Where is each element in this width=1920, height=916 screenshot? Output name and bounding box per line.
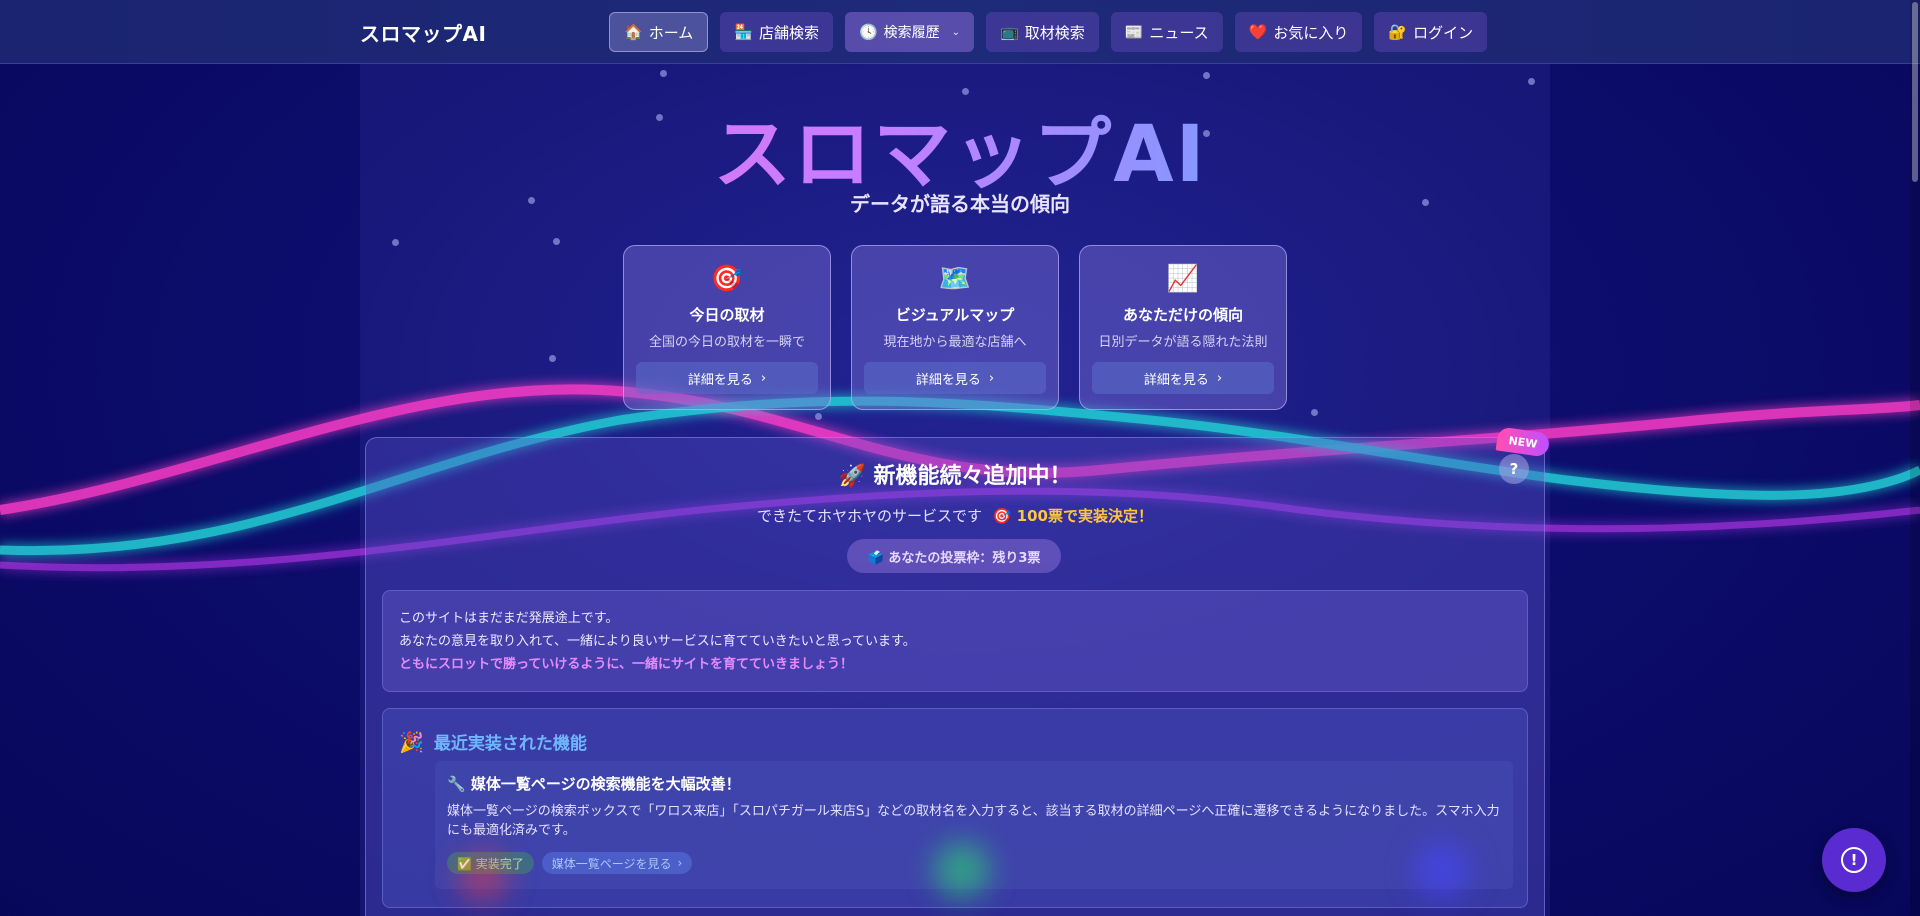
nav-login[interactable]: 🔐 ログイン — [1374, 12, 1488, 52]
tv-icon: 📺 — [1000, 23, 1019, 41]
card-todays-coverage[interactable]: 🎯 今日の取材 全国の今日の取材を一瞬で 詳細を見る › — [623, 245, 831, 410]
nav-store-search-label: 店舗検索 — [758, 23, 819, 42]
chevron-right-icon: › — [1216, 370, 1223, 386]
heart-icon: ❤️ — [1248, 23, 1268, 41]
chevron-right-icon: › — [760, 370, 767, 386]
house-icon: 🏠 — [624, 23, 643, 41]
recent-features-title: 最近実装された機能 — [433, 734, 587, 754]
card-title: あなただけの傾向 — [1122, 306, 1243, 324]
card-visual-map[interactable]: 🗺️ ビジュアルマップ 現在地から最適な店舗へ 詳細を見る › — [851, 245, 1059, 410]
card-details-label: 詳細を見る — [687, 372, 753, 388]
hero-subtitle: データが語る本当の傾向 — [850, 192, 1070, 216]
star-dot — [1203, 72, 1210, 79]
target-icon: 🎯 — [710, 264, 744, 294]
card-details-label: 詳細を見る — [915, 372, 981, 388]
announcement-subtitle: できたてホヤホヤのサービスです 🎯 100票で実装決定！ — [366, 505, 1544, 526]
announcement-subtitle-text: できたてホヤホヤのサービスです — [756, 507, 982, 525]
card-details-button[interactable]: 詳細を見る › — [636, 362, 818, 394]
chart-increasing-icon: 📈 — [1166, 264, 1200, 294]
card-details-button[interactable]: 詳細を見る › — [864, 362, 1046, 394]
brand-logo[interactable]: スロマップAI — [360, 18, 486, 47]
nav-coverage-search[interactable]: 📺 取材検索 — [986, 12, 1099, 52]
scrollbar-thumb[interactable] — [1912, 2, 1918, 182]
card-details-button[interactable]: 詳細を見る › — [1092, 362, 1274, 394]
star-dot — [1311, 409, 1318, 416]
announcement-title: 🚀 新機能続々追加中！ — [838, 464, 1072, 489]
chevron-right-icon: › — [677, 856, 683, 870]
recent-features-heading: 🎉 最近実装された機能 — [399, 729, 587, 755]
card-desc: 現在地から最適な店舗へ — [883, 335, 1027, 350]
store-icon: 🏪 — [734, 23, 753, 41]
chevron-right-icon: › — [988, 370, 995, 386]
feature-title: 🔧 媒体一覧ページの検索機能を大幅改善！ — [447, 775, 741, 793]
top-navbar: スロマップAI 🏠 ホーム 🏪 店舗検索 🕓 検索履歴 ⌄ 📺 取材検索 📰 ニ… — [0, 0, 1920, 64]
media-list-link[interactable]: 媒体一覧ページを見る › — [541, 852, 693, 874]
nav-search-history-label: 検索履歴 — [883, 25, 940, 41]
exclamation-icon: ! — [1841, 847, 1867, 873]
intro-highlight: ともにスロットで勝っていけるように、一緒にサイトを育てていきましょう！ — [399, 657, 853, 672]
feedback-fab-button[interactable]: ! — [1822, 828, 1886, 892]
card-desc: 日別データが語る隠れた法則 — [1098, 335, 1268, 350]
card-title: 今日の取材 — [689, 306, 765, 324]
nav-favorites[interactable]: ❤️ お気に入り — [1234, 12, 1363, 52]
red-glow-decoration — [458, 852, 508, 902]
nav-favorites-label: お気に入り — [1273, 23, 1349, 42]
star-dot — [815, 413, 822, 420]
nav-home-label: ホーム — [648, 23, 694, 42]
clock-icon: 🕓 — [858, 23, 878, 41]
card-details-label: 詳細を見る — [1143, 372, 1209, 388]
lock-icon: 🔐 — [1388, 23, 1408, 41]
star-dot — [660, 70, 667, 77]
media-list-link-label: 媒体一覧ページを見る — [551, 856, 672, 871]
nav-store-search[interactable]: 🏪 店舗検索 — [720, 12, 833, 52]
nav-search-history-dropdown[interactable]: 🕓 検索履歴 ⌄ — [844, 12, 975, 52]
star-dot — [392, 239, 399, 246]
nav-news-label: ニュース — [1149, 23, 1209, 42]
star-dot — [549, 355, 556, 362]
nav-news[interactable]: 📰 ニュース — [1110, 12, 1223, 52]
party-popper-icon: 🎉 — [399, 729, 424, 754]
vote-remaining-badge: 🗳️ あなたの投票枠：残り3票 — [847, 539, 1061, 573]
card-desc: 全国の今日の取材を一瞬で — [648, 335, 805, 350]
newspaper-icon: 📰 — [1124, 23, 1144, 41]
chevron-down-icon: ⌄ — [951, 26, 961, 38]
star-dot — [1528, 78, 1535, 85]
feature-description: 媒体一覧ページの検索ボックスで「ワロス来店」「スロパチガール来店S」などの取材名… — [447, 804, 1500, 838]
green-glow-decoration — [934, 842, 990, 898]
card-title: ビジュアルマップ — [895, 306, 1015, 324]
nav-login-label: ログイン — [1413, 23, 1474, 42]
card-your-trends[interactable]: 📈 あなただけの傾向 日別データが語る隠れた法則 詳細を見る › — [1079, 245, 1287, 410]
feature-cards: 🎯 今日の取材 全国の今日の取材を一瞬で 詳細を見る › 🗺️ ビジュアルマップ… — [623, 245, 1287, 410]
main-nav: 🏠 ホーム 🏪 店舗検索 🕓 検索履歴 ⌄ 📺 取材検索 📰 ニュース ❤️ お… — [609, 12, 1488, 52]
page-scrollbar[interactable] — [1910, 0, 1920, 916]
intro-line: あなたの意見を取り入れて、一緒により良いサービスに育てていきたいと思っています。 — [399, 634, 916, 649]
intro-line: このサイトはまだまだ発展途上です。 — [399, 611, 619, 626]
star-dot — [553, 238, 560, 245]
intro-message: このサイトはまだまだ発展途上です。 あなたの意見を取り入れて、一緒により良いサー… — [382, 590, 1528, 692]
vote-goal-text: 🎯 100票で実装決定！ — [992, 507, 1153, 525]
nav-home[interactable]: 🏠 ホーム — [609, 12, 709, 52]
nav-coverage-search-label: 取材検索 — [1024, 23, 1085, 42]
blue-glow-decoration — [1414, 842, 1470, 898]
map-icon: 🗺️ — [938, 264, 972, 294]
